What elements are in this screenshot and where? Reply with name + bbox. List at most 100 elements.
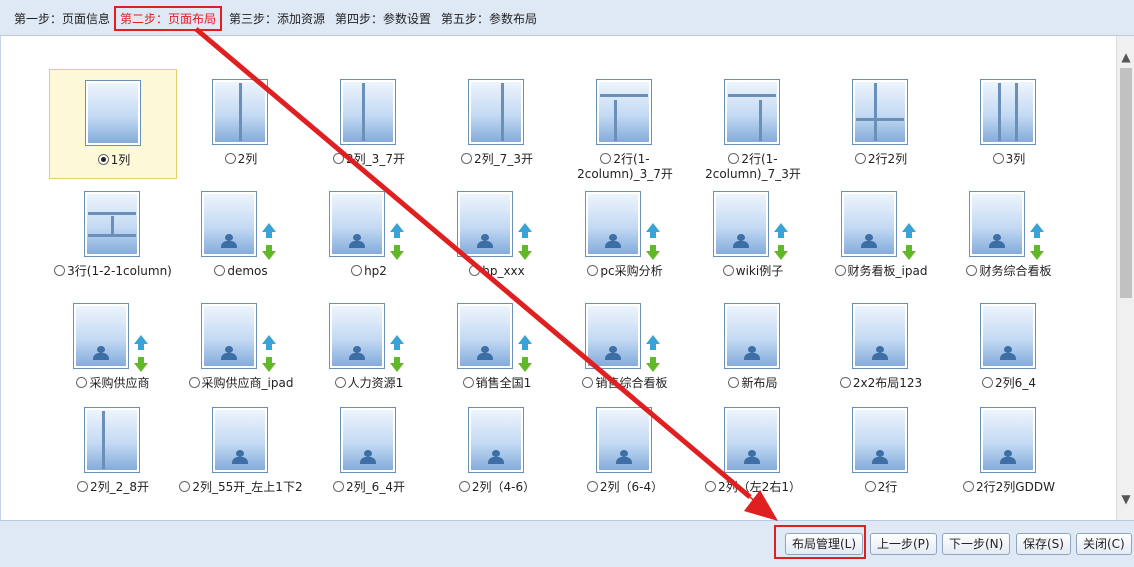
layout-radio[interactable] [982, 377, 994, 388]
step-4[interactable]: 第四步：参数设置 [335, 10, 431, 27]
layout-thumbnail[interactable] [852, 407, 908, 473]
layout-thumbnail[interactable] [596, 407, 652, 473]
layout-option[interactable]: 销售全国1 [433, 376, 561, 391]
layout-tile[interactable]: 2列（左2右1） [689, 397, 817, 507]
layout-radio[interactable] [992, 153, 1004, 164]
layout-radio[interactable] [469, 265, 481, 276]
layout-option[interactable]: 2行 [817, 480, 945, 495]
layout-option[interactable]: 2列6_4 [945, 376, 1073, 391]
layout-option[interactable]: 人力资源1 [305, 376, 433, 391]
import-export-icon[interactable] [518, 223, 532, 261]
layout-option[interactable]: 采购供应商 [49, 376, 177, 391]
layout-thumbnail[interactable] [73, 303, 129, 369]
import-export-icon[interactable] [774, 223, 788, 261]
import-export-icon[interactable] [646, 223, 660, 261]
layout-thumbnail[interactable] [340, 407, 396, 473]
layout-thumbnail[interactable] [468, 79, 524, 145]
layout-tile[interactable]: 2列_3_7开 [305, 69, 433, 179]
layout-thumbnail[interactable] [852, 79, 908, 145]
layout-option[interactable]: demos [177, 264, 305, 279]
layout-option[interactable]: wiki例子 [689, 264, 817, 279]
save-button[interactable]: 保存(S) [1016, 533, 1071, 555]
layout-tile[interactable]: hp2 [305, 181, 433, 291]
layout-thumbnail[interactable] [585, 191, 641, 257]
layout-tile[interactable]: 2列_2_8开 [49, 397, 177, 507]
import-export-icon[interactable] [390, 335, 404, 373]
layout-radio[interactable] [54, 265, 66, 276]
layout-thumbnail[interactable] [980, 407, 1036, 473]
layout-tile[interactable]: 人力资源1 [305, 293, 433, 403]
scroll-up-icon[interactable]: ▲ [1120, 50, 1132, 64]
layout-option[interactable]: 2x2布局123 [817, 376, 945, 391]
layout-tile[interactable]: demos [177, 181, 305, 291]
layout-thumbnail[interactable] [201, 303, 257, 369]
layout-thumbnail[interactable] [212, 407, 268, 473]
layout-radio[interactable] [722, 265, 734, 276]
layout-thumbnail[interactable] [212, 79, 268, 145]
layout-tile[interactable]: hp_xxx [433, 181, 561, 291]
layout-thumbnail[interactable] [84, 191, 140, 257]
scrollbar-thumb[interactable] [1120, 68, 1132, 298]
layout-thumbnail[interactable] [340, 79, 396, 145]
layout-tile[interactable]: 2x2布局123 [817, 293, 945, 403]
layout-option[interactable]: 2行2列 [817, 152, 945, 167]
layout-radio[interactable] [333, 153, 345, 164]
layout-tile[interactable]: 2列_7_3开 [433, 69, 561, 179]
layout-radio[interactable] [839, 377, 851, 388]
layout-option[interactable]: 2行(1-2column)_3_7开 [561, 152, 689, 182]
layout-radio[interactable] [458, 481, 470, 492]
layout-radio[interactable] [728, 153, 740, 164]
layout-tile[interactable]: 财务综合看板 [945, 181, 1073, 291]
layout-radio[interactable] [854, 153, 866, 164]
layout-thumbnail[interactable] [585, 303, 641, 369]
layout-tile[interactable]: 销售综合看板 [561, 293, 689, 403]
layout-radio[interactable] [963, 481, 975, 492]
layout-thumbnail[interactable] [596, 79, 652, 145]
layout-thumbnail[interactable] [724, 407, 780, 473]
layout-thumbnail[interactable] [85, 80, 141, 146]
layout-thumbnail[interactable] [201, 191, 257, 257]
layout-tile[interactable]: 2行 [817, 397, 945, 507]
next-step-button[interactable]: 下一步(N) [942, 533, 1011, 555]
layout-tile[interactable]: 2行2列 [817, 69, 945, 179]
layout-option[interactable]: 2列_3_7开 [305, 152, 433, 167]
layout-radio[interactable] [705, 481, 717, 492]
layout-radio[interactable] [334, 377, 346, 388]
layout-tile[interactable]: 采购供应商 [49, 293, 177, 403]
import-export-icon[interactable] [518, 335, 532, 373]
layout-thumbnail[interactable] [969, 191, 1025, 257]
layout-option[interactable]: 2列（6-4） [561, 480, 689, 495]
layout-option[interactable]: 2列（4-6） [433, 480, 561, 495]
layout-tile[interactable]: 2行(1-2column)_3_7开 [561, 69, 689, 182]
layout-tile[interactable]: wiki例子 [689, 181, 817, 291]
layout-option[interactable]: 2行2列GDDW [945, 480, 1073, 495]
scroll-down-icon[interactable]: ▼ [1120, 492, 1132, 506]
layout-tile[interactable]: pc采购分析 [561, 181, 689, 291]
import-export-icon[interactable] [134, 335, 148, 373]
layout-radio[interactable] [582, 377, 594, 388]
import-export-icon[interactable] [390, 223, 404, 261]
layout-option[interactable]: 采购供应商_ipad [177, 376, 305, 391]
layout-thumbnail[interactable] [457, 303, 513, 369]
step-2-active[interactable]: 第二步：页面布局 [114, 6, 223, 31]
layout-tile[interactable]: 1列 [49, 69, 177, 179]
prev-step-button[interactable]: 上一步(P) [870, 533, 937, 555]
layout-option[interactable]: 财务看板_ipad [817, 264, 945, 279]
import-export-icon[interactable] [262, 223, 276, 261]
layout-radio[interactable] [600, 153, 612, 164]
layout-radio[interactable] [864, 481, 876, 492]
layout-thumbnail[interactable] [329, 303, 385, 369]
layout-radio[interactable] [586, 481, 598, 492]
import-export-icon[interactable] [1030, 223, 1044, 261]
layout-radio[interactable] [77, 481, 89, 492]
layout-option[interactable]: 财务综合看板 [945, 264, 1073, 279]
layout-tile[interactable]: 3行(1-2-1column) [49, 181, 177, 291]
layout-option[interactable]: 2行(1-2column)_7_3开 [689, 152, 817, 182]
layout-tile[interactable]: 2列 [177, 69, 305, 179]
layout-tile[interactable]: 3列 [945, 69, 1073, 179]
step-1[interactable]: 第一步：页面信息 [14, 10, 110, 27]
layout-tile[interactable]: 新布局 [689, 293, 817, 403]
layout-tile[interactable]: 2行2列GDDW [945, 397, 1073, 507]
layout-thumbnail[interactable] [980, 303, 1036, 369]
layout-radio[interactable] [966, 265, 978, 276]
